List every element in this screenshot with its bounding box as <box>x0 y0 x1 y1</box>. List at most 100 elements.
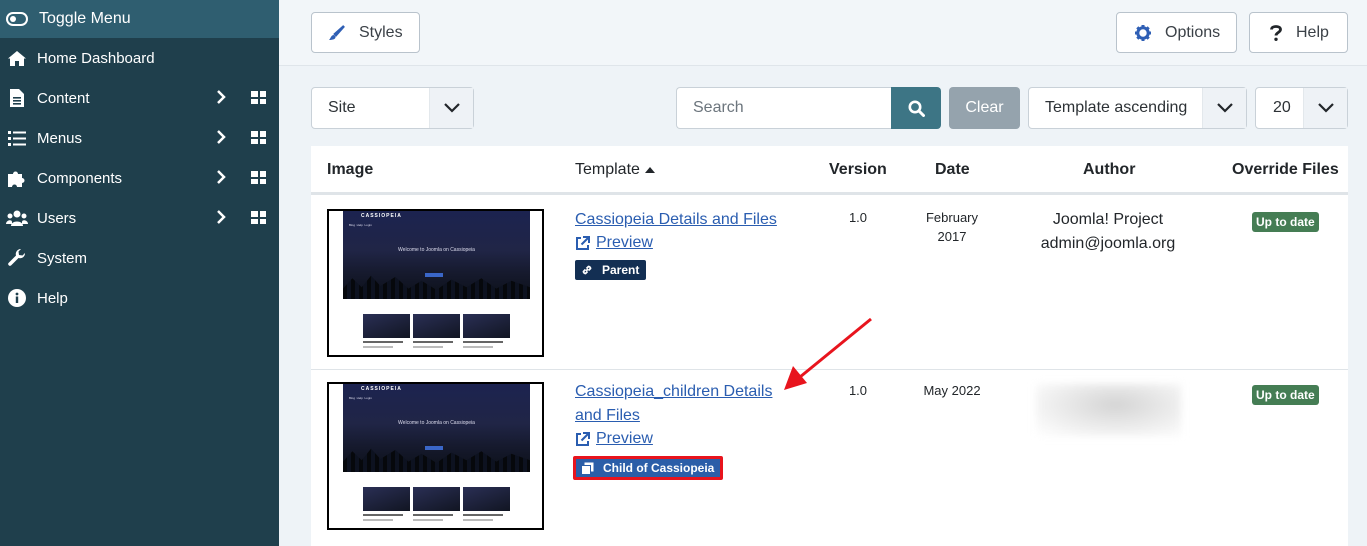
users-icon <box>6 210 28 226</box>
thumbnail-brand: CASSIOPEIA <box>361 386 402 392</box>
chevron-right-icon[interactable] <box>216 210 226 228</box>
sidebar-item-content[interactable]: Content <box>0 78 279 118</box>
search-input[interactable] <box>676 87 892 129</box>
sidebar-item-label: Users <box>37 209 77 227</box>
template-details-link[interactable]: Cassiopeia_children Details and Files <box>575 380 772 428</box>
thumbnail-card <box>463 487 510 511</box>
sidebar: Toggle Menu Home Dashboard Content Menus… <box>0 0 279 546</box>
dashboard-grid-icon[interactable] <box>251 91 266 104</box>
styles-label: Styles <box>359 23 403 41</box>
clear-button[interactable]: Clear <box>949 87 1020 129</box>
status-badge: Up to date <box>1252 385 1319 405</box>
limit-select[interactable]: 20 <box>1255 87 1348 129</box>
question-icon <box>1270 24 1282 41</box>
chevron-right-icon[interactable] <box>216 90 226 108</box>
dashboard-grid-icon[interactable] <box>251 211 266 224</box>
templates-table: Image Template Version Date Author Overr… <box>311 146 1348 546</box>
column-header-version: Version <box>829 161 887 178</box>
table-header: Image Template Version Date Author Overr… <box>311 146 1348 195</box>
parent-badge-label: Parent <box>602 263 640 277</box>
preview-link[interactable]: Preview <box>575 430 653 448</box>
date-line: February <box>925 210 979 225</box>
template-details-link[interactable]: Cassiopeia Details and Files <box>575 208 777 232</box>
link-icon <box>582 265 592 275</box>
search-button[interactable] <box>891 87 941 129</box>
column-header-author: Author <box>1083 161 1136 178</box>
child-of-badge: Child of Cassiopeia <box>573 456 724 480</box>
sort-ascending-icon <box>644 167 655 173</box>
options-button[interactable]: Options <box>1116 12 1237 53</box>
sidebar-item-label: Menus <box>37 129 83 147</box>
toggle-menu-button[interactable]: Toggle Menu <box>0 0 279 38</box>
gear-icon <box>1135 24 1151 41</box>
thumbnail-card <box>463 314 510 338</box>
date-value: May 2022 <box>923 383 981 398</box>
file-icon <box>6 89 28 107</box>
sidebar-item-label: Home Dashboard <box>37 49 155 67</box>
client-select[interactable]: Site <box>311 87 474 129</box>
sidebar-item-label: Help <box>37 289 68 307</box>
thumbnail-line <box>413 519 443 521</box>
thumbnail-card <box>363 487 410 511</box>
client-select-value: Site <box>328 99 356 116</box>
preview-label: Preview <box>596 234 653 251</box>
dashboard-grid-icon[interactable] <box>251 171 266 184</box>
column-header-override-files: Override Files <box>1232 161 1339 178</box>
chevron-right-icon[interactable] <box>216 130 226 148</box>
thumbnail-hero: CASSIOPEIA Blog Help Login Welcome to Jo… <box>343 211 530 299</box>
thumbnail-cta <box>425 273 443 277</box>
thumbnail-cta <box>425 446 443 450</box>
help-label: Help <box>1296 23 1329 41</box>
date-value: February 2017 <box>911 208 993 246</box>
styles-button[interactable]: Styles <box>311 12 420 53</box>
thumbnail-line <box>413 341 453 343</box>
thumbnail-welcome: Welcome to Joomla on Cassiopeia <box>398 247 475 253</box>
chevron-right-icon[interactable] <box>216 170 226 188</box>
external-link-icon <box>576 235 590 250</box>
thumbnail-line <box>363 346 393 348</box>
dashboard-grid-icon[interactable] <box>251 131 266 144</box>
thumbnail-line <box>463 514 503 516</box>
limit-select-value: 20 <box>1273 99 1291 116</box>
author-name: Joomla! Project <box>1052 211 1164 228</box>
ordering-select-value: Template ascending <box>1045 99 1188 116</box>
template-thumbnail[interactable]: CASSIOPEIA Blog Help Login Welcome to Jo… <box>327 209 544 357</box>
ordering-select[interactable]: Template ascending <box>1028 87 1247 129</box>
chevron-down-icon <box>1303 88 1347 128</box>
help-button[interactable]: Help <box>1249 12 1348 53</box>
chevron-down-icon <box>1202 88 1246 128</box>
table-row: CASSIOPEIA Blog Help Login Welcome to Jo… <box>311 198 1348 370</box>
thumbnail-line <box>363 341 403 343</box>
child-of-badge-label: Child of Cassiopeia <box>603 461 715 475</box>
thumbnail-welcome: Welcome to Joomla on Cassiopeia <box>398 420 475 426</box>
sidebar-item-users[interactable]: Users <box>0 198 279 238</box>
sidebar-item-components[interactable]: Components <box>0 158 279 198</box>
status-badge: Up to date <box>1252 212 1319 232</box>
thumbnail-line <box>463 519 493 521</box>
author-value: Joomla! Project admin@joomla.org <box>1027 208 1189 256</box>
thumbnail-card <box>363 314 410 338</box>
column-header-template[interactable]: Template <box>575 161 655 179</box>
search-icon <box>908 100 925 117</box>
template-thumbnail[interactable]: CASSIOPEIA Blog Help Login Welcome to Jo… <box>327 382 544 530</box>
date-line: 2017 <box>937 229 967 244</box>
thumbnail-card <box>413 314 460 338</box>
preview-link[interactable]: Preview <box>575 234 653 252</box>
sidebar-item-menus[interactable]: Menus <box>0 118 279 158</box>
version-value: 1.0 <box>848 383 868 398</box>
thumbnail-hero: CASSIOPEIA Blog Help Login Welcome to Jo… <box>343 384 530 472</box>
column-header-image: Image <box>327 161 374 178</box>
sidebar-item-label: System <box>37 249 88 267</box>
thumbnail-card <box>413 487 460 511</box>
list-icon <box>6 130 28 146</box>
sidebar-item-label: Components <box>37 169 123 187</box>
thumbnail-brand: CASSIOPEIA <box>361 213 402 219</box>
sidebar-item-label: Content <box>37 89 90 107</box>
options-label: Options <box>1165 23 1221 41</box>
sidebar-item-help[interactable]: Help <box>0 278 279 318</box>
sidebar-item-system[interactable]: System <box>0 238 279 278</box>
sidebar-item-home-dashboard[interactable]: Home Dashboard <box>0 38 279 78</box>
template-details-line: Cassiopeia_children Details <box>575 383 773 400</box>
thumbnail-line <box>363 519 393 521</box>
preview-label: Preview <box>596 430 653 447</box>
